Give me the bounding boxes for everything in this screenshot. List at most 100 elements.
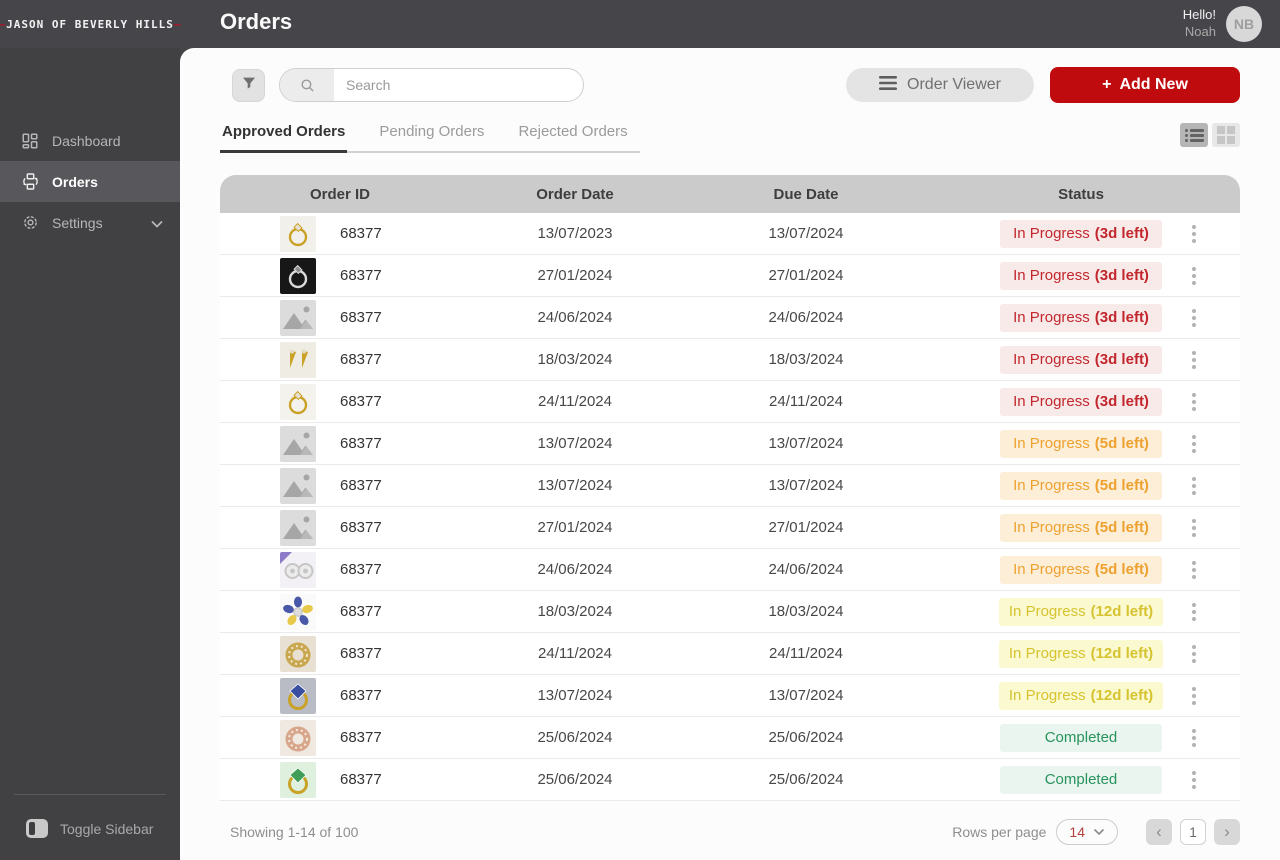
greeting-username: Noah (1184, 24, 1216, 39)
status-days-left: (12d left) (1090, 645, 1154, 662)
prev-page-button[interactable]: ‹ (1146, 819, 1172, 845)
grid-view-toggle[interactable] (1212, 123, 1240, 147)
table-row[interactable]: 68377 27/01/2024 27/01/2024 In Progress … (220, 255, 1240, 297)
column-header-order-id: Order ID (309, 185, 370, 203)
kebab-menu-icon[interactable] (1188, 431, 1200, 457)
table-row[interactable]: 68377 27/01/2024 27/01/2024 In Progress … (220, 507, 1240, 549)
kebab-menu-icon[interactable] (1188, 515, 1200, 541)
rows-per-page-value: 14 (1069, 824, 1085, 840)
rows-per-page-select[interactable]: 14 (1056, 819, 1118, 845)
table-row[interactable]: 68377 13/07/2024 13/07/2024 In Progress … (220, 465, 1240, 507)
order-date-value: 13/07/2023 (537, 225, 613, 242)
table-row[interactable]: 68377 24/06/2024 24/06/2024 In Progress … (220, 549, 1240, 591)
kebab-menu-icon[interactable] (1188, 305, 1200, 331)
status-badge: In Progress (3d left) (1000, 345, 1162, 374)
sidebar-toggle-icon (26, 819, 48, 838)
order-date-value: 25/06/2024 (537, 771, 613, 788)
product-thumbnail (280, 257, 316, 294)
order-date-value: 25/06/2024 (537, 729, 613, 746)
table-row[interactable]: 68377 25/06/2024 25/06/2024 Completed (220, 717, 1240, 759)
order-id-value: 68377 (340, 267, 382, 284)
funnel-icon (241, 75, 257, 96)
status-days-left: (5d left) (1094, 519, 1149, 536)
table-body: 68377 13/07/2023 13/07/2024 In Progress … (220, 213, 1240, 801)
tab-rejected-orders[interactable]: Rejected Orders (516, 123, 629, 151)
kebab-menu-icon[interactable] (1188, 557, 1200, 583)
toggle-sidebar-label: Toggle Sidebar (60, 820, 154, 837)
table-row[interactable]: 68377 25/06/2024 25/06/2024 Completed (220, 759, 1240, 801)
kebab-menu-icon[interactable] (1188, 599, 1200, 625)
status-badge: In Progress (5d left) (1000, 429, 1162, 458)
due-date-value: 18/03/2024 (768, 351, 844, 368)
kebab-menu-icon[interactable] (1188, 767, 1200, 793)
kebab-menu-icon[interactable] (1188, 473, 1200, 499)
order-id-value: 68377 (340, 771, 382, 788)
page-number-button[interactable]: 1 (1180, 819, 1206, 845)
status-text: In Progress (1013, 309, 1090, 326)
product-thumbnail (280, 341, 316, 378)
kebab-menu-icon[interactable] (1188, 221, 1200, 247)
sidebar-item-settings[interactable]: Settings (0, 202, 180, 243)
kebab-menu-icon[interactable] (1188, 347, 1200, 373)
order-viewer-label: Order Viewer (907, 76, 1001, 93)
kebab-menu-icon[interactable] (1188, 641, 1200, 667)
toggle-sidebar-button[interactable]: Toggle Sidebar (0, 819, 180, 838)
add-new-label: Add New (1119, 76, 1188, 93)
logo-dash-right: — (173, 17, 182, 31)
table-row[interactable]: 68377 13/07/2024 13/07/2024 In Progress … (220, 675, 1240, 717)
tab-approved-orders[interactable]: Approved Orders (220, 123, 348, 153)
chevron-down-icon (150, 216, 164, 232)
product-thumbnail (280, 509, 316, 546)
kebab-menu-icon[interactable] (1188, 725, 1200, 751)
order-date-value: 27/01/2024 (537, 519, 613, 536)
order-date-value: 13/07/2024 (537, 435, 613, 452)
table-row[interactable]: 68377 18/03/2024 18/03/2024 In Progress … (220, 339, 1240, 381)
table-row[interactable]: 68377 18/03/2024 18/03/2024 In Progress … (220, 591, 1240, 633)
status-days-left: (12d left) (1090, 687, 1154, 704)
status-text: Completed (1044, 771, 1118, 788)
sidebar-item-dashboard[interactable]: Dashboard (0, 120, 180, 161)
list-view-toggle[interactable] (1180, 123, 1208, 147)
next-page-button[interactable]: › (1214, 819, 1240, 845)
status-days-left: (3d left) (1094, 351, 1149, 368)
kebab-menu-icon[interactable] (1188, 683, 1200, 709)
status-text: In Progress (1013, 477, 1090, 494)
avatar[interactable]: NB (1226, 6, 1262, 42)
search-input[interactable] (334, 77, 583, 93)
filter-button[interactable] (232, 68, 265, 102)
tab-pending-orders[interactable]: Pending Orders (377, 123, 486, 151)
grid-view-icon (1217, 126, 1235, 144)
status-badge: In Progress (3d left) (1000, 387, 1162, 416)
due-date-value: 27/01/2024 (768, 267, 844, 284)
order-id-value: 68377 (340, 351, 382, 368)
due-date-value: 25/06/2024 (768, 771, 844, 788)
order-tabs: Approved Orders Pending Orders Rejected … (220, 123, 640, 153)
table-row[interactable]: 68377 24/11/2024 24/11/2024 In Progress … (220, 633, 1240, 675)
table-row[interactable]: 68377 24/06/2024 24/06/2024 In Progress … (220, 297, 1240, 339)
plus-icon: + (1102, 76, 1112, 93)
order-id-value: 68377 (340, 519, 382, 536)
kebab-menu-icon[interactable] (1188, 389, 1200, 415)
avatar-initials: NB (1233, 16, 1255, 32)
showing-count: Showing 1-14 of 100 (230, 824, 359, 840)
sidebar-item-orders[interactable]: Orders (0, 161, 180, 202)
table-row[interactable]: 68377 13/07/2024 13/07/2024 In Progress … (220, 423, 1240, 465)
status-badge: In Progress (3d left) (1000, 261, 1162, 290)
table-row[interactable]: 68377 24/11/2024 24/11/2024 In Progress … (220, 381, 1240, 423)
order-id-value: 68377 (340, 435, 382, 452)
sidebar-item-label: Settings (52, 214, 103, 231)
kebab-menu-icon[interactable] (1188, 263, 1200, 289)
order-viewer-button[interactable]: Order Viewer (846, 68, 1034, 102)
add-new-button[interactable]: + Add New (1050, 67, 1240, 103)
order-date-value: 24/06/2024 (537, 309, 613, 326)
status-days-left: (3d left) (1094, 225, 1149, 242)
status-days-left: (3d left) (1094, 393, 1149, 410)
product-thumbnail (280, 551, 316, 588)
order-id-value: 68377 (340, 687, 382, 704)
chevron-down-icon (1093, 823, 1105, 841)
order-date-value: 24/11/2024 (538, 393, 612, 410)
product-thumbnail (280, 719, 316, 756)
table-row[interactable]: 68377 13/07/2023 13/07/2024 In Progress … (220, 213, 1240, 255)
product-thumbnail (280, 677, 316, 714)
sidebar-item-label: Orders (52, 173, 98, 190)
